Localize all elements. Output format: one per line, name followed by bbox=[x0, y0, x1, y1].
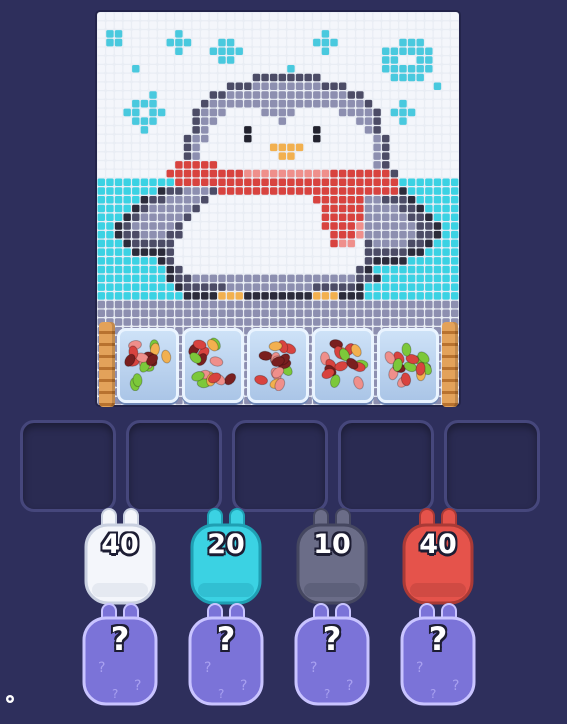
jelly-beans bbox=[124, 339, 172, 391]
bunny-count: 20 bbox=[207, 529, 245, 560]
jar-3[interactable] bbox=[247, 328, 309, 403]
jelly-beans bbox=[384, 342, 433, 388]
settings-icon[interactable] bbox=[4, 693, 16, 705]
svg-text:?: ? bbox=[430, 687, 436, 701]
svg-text:?: ? bbox=[204, 660, 211, 676]
jelly-beans bbox=[254, 339, 297, 391]
jelly-beans bbox=[188, 337, 237, 389]
bunny-3[interactable]: 10 bbox=[292, 507, 372, 607]
bunny-1[interactable]: 40 bbox=[80, 507, 160, 607]
mystery-bunny-3[interactable]: ? ? ? ? bbox=[290, 602, 374, 720]
jar-4[interactable] bbox=[312, 328, 374, 403]
bunny-count: 40 bbox=[419, 529, 457, 560]
svg-text:?: ? bbox=[452, 678, 459, 694]
empty-slot-1[interactable] bbox=[20, 420, 116, 512]
empty-slot-3[interactable] bbox=[232, 420, 328, 512]
svg-text:?: ? bbox=[324, 687, 330, 701]
jar-1[interactable] bbox=[117, 328, 179, 403]
svg-text:?: ? bbox=[112, 687, 118, 701]
empty-slot-4[interactable] bbox=[338, 420, 434, 512]
svg-text:?: ? bbox=[98, 660, 105, 676]
bunny-count: 40 bbox=[101, 529, 139, 560]
svg-text:?: ? bbox=[346, 678, 353, 694]
jar-2[interactable] bbox=[182, 328, 244, 403]
jar-5[interactable] bbox=[377, 328, 439, 403]
mystery-label: ? bbox=[216, 620, 236, 658]
svg-text:?: ? bbox=[240, 678, 247, 694]
empty-slot-2[interactable] bbox=[126, 420, 222, 512]
bunny-count: 10 bbox=[313, 529, 351, 560]
svg-text:?: ? bbox=[218, 687, 224, 701]
empty-slot-5[interactable] bbox=[444, 420, 540, 512]
mystery-bunny-4[interactable]: ? ? ? ? bbox=[396, 602, 480, 720]
mystery-label: ? bbox=[110, 620, 130, 658]
bunny-4[interactable]: 40 bbox=[398, 507, 478, 607]
svg-text:?: ? bbox=[416, 660, 423, 676]
jelly-beans bbox=[320, 339, 369, 390]
fence-post-right bbox=[442, 322, 458, 407]
fence-post-left bbox=[99, 322, 115, 407]
mystery-bunny-2[interactable]: ? ? ? ? bbox=[184, 602, 268, 720]
svg-text:?: ? bbox=[310, 660, 317, 676]
mystery-label: ? bbox=[322, 620, 342, 658]
mystery-label: ? bbox=[428, 620, 448, 658]
mystery-bunny-1[interactable]: ? ? ? ? bbox=[78, 602, 162, 720]
bunny-2[interactable]: 20 bbox=[186, 507, 266, 607]
svg-text:?: ? bbox=[134, 678, 141, 694]
